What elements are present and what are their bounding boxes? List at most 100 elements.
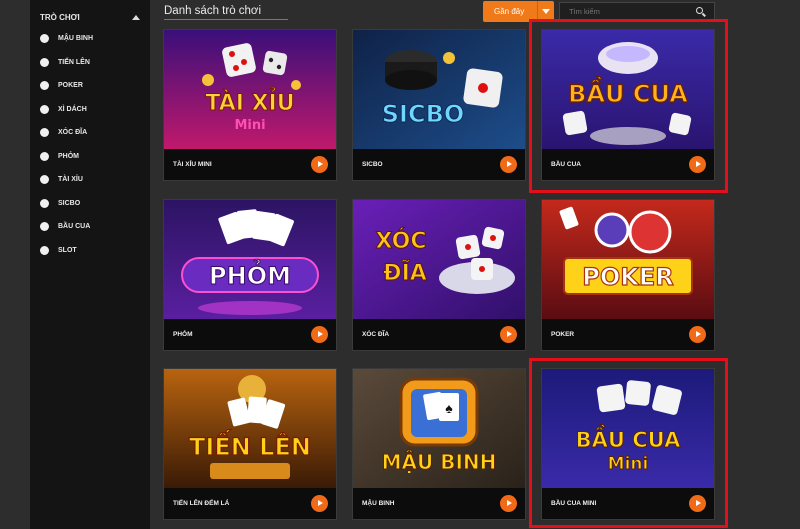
sidebar-item-xoc-dia[interactable]: XÓC ĐĨA [30,121,150,145]
game-thumbnail[interactable]: BẦU CUA [542,30,714,149]
title-underline [164,19,288,20]
sidebar-item-slot[interactable]: SLOT [30,239,150,263]
play-icon[interactable] [500,495,517,512]
game-title: PHỎM [173,331,193,338]
game-card-tien-len-dem-la[interactable]: TIẾN LÊN TIẾN LÊN ĐẾM LÁ [163,368,337,520]
sidebar-header[interactable]: TRÒ CHƠI [30,0,150,26]
sidebar-item-tien-len[interactable]: TIẾN LÊN [30,51,150,75]
game-thumbnail[interactable]: TÀI XỈU Mini [164,30,336,149]
sidebar-item-label: SLOT [58,246,77,254]
page-title: Danh sách trò chơi [164,5,262,17]
sidebar-item-mau-binh[interactable]: MẬU BINH [30,27,150,51]
play-icon[interactable] [500,326,517,343]
sidebar-item-bau-cua[interactable]: BẦU CUA [30,215,150,239]
art-title: MẬU BINH [382,450,497,474]
art-title: SICBO [382,100,465,128]
radio-icon[interactable] [40,57,49,67]
card-footer: BẦU CUA MINI [542,488,714,519]
game-title: MẬU BINH [362,500,395,507]
sidebar-item-label: BẦU CUA [58,223,91,231]
sidebar-item-label: POKER [58,82,83,90]
sidebar-item-tai-xiu[interactable]: TÀI XỈU [30,168,150,192]
radio-icon[interactable] [40,34,49,44]
card-footer: POKER [542,319,714,350]
sidebar-item-label: TÀI XỈU [58,176,83,184]
game-card-tai-xiu-mini[interactable]: TÀI XỈU Mini TÀI XỈU MINI [163,29,337,181]
game-thumbnail[interactable]: SICBO [353,30,525,149]
art-title: POKER [582,263,673,291]
search-icon[interactable] [694,5,708,19]
game-title: TIẾN LÊN ĐẾM LÁ [173,500,230,507]
sidebar-item-poker[interactable]: POKER [30,74,150,98]
game-thumbnail[interactable]: XÓC ĐĨA [353,200,525,319]
sidebar-item-sicbo[interactable]: SICBO [30,192,150,216]
radio-icon[interactable] [40,104,49,114]
art-subtitle: Mini [608,454,649,474]
radio-icon[interactable] [40,81,49,91]
sort-dropdown[interactable]: Gần đây [483,1,554,22]
radio-icon[interactable] [40,175,49,185]
game-thumbnail[interactable]: BẦU CUA Mini [542,369,714,488]
search-input[interactable] [560,7,694,16]
game-thumbnail[interactable]: ♠ MẬU BINH [353,369,525,488]
sidebar: TRÒ CHƠI MẬU BINH TIẾN LÊN POKER XÌ DÁCH… [30,0,150,529]
game-card-bau-cua-mini[interactable]: BẦU CUA Mini BẦU CUA MINI [541,368,715,520]
play-icon[interactable] [311,156,328,173]
game-lobby: TRÒ CHƠI MẬU BINH TIẾN LÊN POKER XÌ DÁCH… [0,0,800,529]
art-title: XÓC [375,228,426,254]
play-icon[interactable] [689,495,706,512]
card-footer: XÓC ĐĨA [353,319,525,350]
game-thumbnail[interactable]: POKER [542,200,714,319]
card-footer: MẬU BINH [353,488,525,519]
game-card-phom[interactable]: PHỎM PHỎM [163,199,337,351]
game-thumbnail[interactable]: TIẾN LÊN [164,369,336,488]
sort-label: Gần đây [494,7,525,16]
art-subtitle: ĐĨA [383,260,427,286]
chevron-up-icon[interactable] [132,15,140,20]
art-title: BẦU CUA [568,75,688,108]
game-title: BẦU CUA [551,161,581,168]
sidebar-item-label: PHỎM [58,152,79,160]
game-title: BẦU CUA MINI [551,500,597,507]
card-footer: BẦU CUA [542,149,714,180]
sidebar-item-label: TIẾN LÊN [58,58,90,66]
sidebar-item-phom[interactable]: PHỎM [30,145,150,169]
chevron-down-icon[interactable] [542,9,550,14]
game-title: POKER [551,331,575,338]
art-title: TÀI XỈU [205,88,294,116]
art-subtitle: Mini [234,118,265,133]
game-thumbnail[interactable]: PHỎM [164,200,336,319]
game-card-mau-binh[interactable]: ♠ MẬU BINH MẬU BINH [352,368,526,520]
sidebar-item-label: SICBO [58,199,81,207]
radio-icon[interactable] [40,151,49,161]
play-icon[interactable] [689,156,706,173]
sidebar-item-xi-dach[interactable]: XÌ DÁCH [30,98,150,122]
card-footer: SICBO [353,149,525,180]
radio-icon[interactable] [40,222,49,232]
game-card-sicbo[interactable]: SICBO SICBO [352,29,526,181]
card-footer: TÀI XỈU MINI [164,149,336,180]
art-title: PHỎM [209,257,291,290]
game-card-xoc-dia[interactable]: XÓC ĐĨA XÓC ĐĨA [352,199,526,351]
game-title: XÓC ĐĨA [362,331,390,338]
radio-icon[interactable] [40,128,49,138]
game-card-poker[interactable]: POKER POKER [541,199,715,351]
play-icon[interactable] [689,326,706,343]
card-footer: PHỎM [164,319,336,350]
sidebar-item-label: XÌ DÁCH [58,105,87,113]
radio-icon[interactable] [40,245,49,255]
art-title: BẦU CUA [576,424,681,452]
spade-icon: ♠ [445,400,453,416]
divider [537,1,538,22]
play-icon[interactable] [311,326,328,343]
play-icon[interactable] [500,156,517,173]
search-box [559,2,715,21]
game-filter-list: MẬU BINH TIẾN LÊN POKER XÌ DÁCH XÓC ĐĨA … [30,27,150,262]
radio-icon[interactable] [40,198,49,208]
card-footer: TIẾN LÊN ĐẾM LÁ [164,488,336,519]
game-title: TÀI XỈU MINI [173,161,212,168]
game-card-bau-cua[interactable]: BẦU CUA BẦU CUA [541,29,715,181]
sidebar-item-label: XÓC ĐĨA [58,129,88,137]
sidebar-title: TRÒ CHƠI [40,13,80,22]
play-icon[interactable] [311,495,328,512]
